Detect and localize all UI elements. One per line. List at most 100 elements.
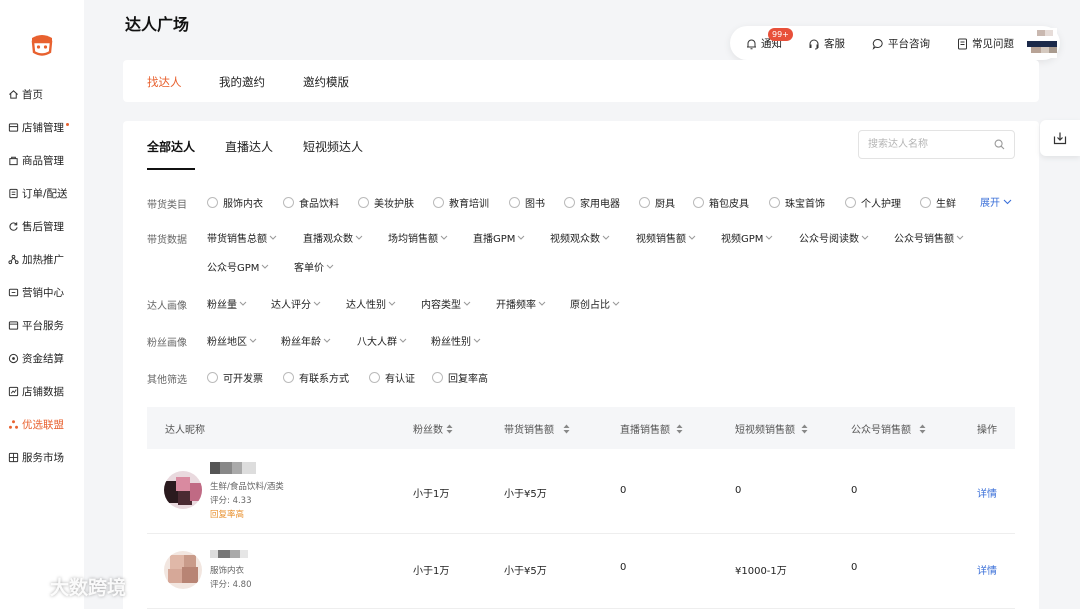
sales-data-dropdown[interactable]: 视频GPM <box>721 230 773 245</box>
radio-button[interactable] <box>432 372 443 383</box>
service-button[interactable]: 客服 <box>808 36 845 51</box>
sort-icon[interactable] <box>676 424 683 434</box>
table-row[interactable]: 服饰内衣 评分: 4.80 小于1万 小于¥5万 0 ¥1000-1万 0 详情 <box>147 534 1015 609</box>
sidebar-item-promotion[interactable]: 加热推广 <box>7 250 83 268</box>
radio-button[interactable] <box>433 197 444 208</box>
sidebar-item-alliance[interactable]: 优选联盟 <box>7 415 83 433</box>
category-option[interactable]: 珠宝首饰 <box>769 195 825 210</box>
fans-dropdown[interactable]: 八大人群 <box>357 333 407 348</box>
sidebar-item-market[interactable]: 服务市场 <box>7 448 83 466</box>
tab-my-invites[interactable]: 我的邀约 <box>219 74 265 90</box>
sidebar-item-aftersale[interactable]: 售后管理 <box>7 217 83 235</box>
detail-link[interactable]: 详情 <box>977 562 997 577</box>
sidebar-item-store[interactable]: 店铺管理 <box>7 118 83 136</box>
radio-button[interactable] <box>207 197 218 208</box>
option-label: 回复率高 <box>448 374 488 385</box>
radio-button[interactable] <box>283 197 294 208</box>
other-option[interactable]: 有联系方式 <box>283 370 349 385</box>
profile-dropdown[interactable]: 达人评分 <box>271 296 321 311</box>
category-option[interactable]: 厨具 <box>639 195 675 210</box>
radio-button[interactable] <box>358 197 369 208</box>
fans-dropdown[interactable]: 粉丝年龄 <box>281 333 331 348</box>
category-option[interactable]: 箱包皮具 <box>693 195 749 210</box>
dropdown-label: 达人评分 <box>271 300 311 311</box>
radio-button[interactable] <box>845 197 856 208</box>
sort-icon[interactable] <box>801 424 808 434</box>
category-option[interactable]: 图书 <box>509 195 545 210</box>
sales-data-dropdown[interactable]: 场均销售额 <box>388 230 448 245</box>
sales-data-dropdown[interactable]: 公众号GPM <box>207 259 269 274</box>
radio-button[interactable] <box>509 197 520 208</box>
dropdown-label: 八大人群 <box>357 337 397 348</box>
radio-button[interactable] <box>769 197 780 208</box>
sidebar-item-marketing[interactable]: 营销中心 <box>7 283 83 301</box>
radio-button[interactable] <box>564 197 575 208</box>
profile-dropdown[interactable]: 内容类型 <box>421 296 471 311</box>
faq-button[interactable]: 常见问题 <box>957 36 1014 51</box>
column-header-sales[interactable]: 带货销售额 <box>504 421 570 436</box>
search-icon[interactable] <box>994 139 1005 150</box>
tab-invite-templates[interactable]: 邀约模版 <box>303 74 349 90</box>
sort-icon[interactable] <box>446 424 453 434</box>
sales-data-dropdown[interactable]: 直播GPM <box>473 230 525 245</box>
column-header-mp-sales[interactable]: 公众号销售额 <box>851 421 926 436</box>
column-header-fans[interactable]: 粉丝数 <box>413 421 453 436</box>
category-option[interactable]: 食品饮料 <box>283 195 339 210</box>
tab-all-creators[interactable]: 全部达人 <box>147 138 195 155</box>
category-option[interactable]: 生鲜 <box>920 195 956 210</box>
export-button[interactable] <box>1040 120 1080 156</box>
profile-dropdown[interactable]: 原创占比 <box>570 296 620 311</box>
chat-bubble-icon <box>872 38 883 50</box>
category-option[interactable]: 美妆护肤 <box>358 195 414 210</box>
user-avatar[interactable] <box>1027 28 1057 58</box>
profile-dropdown[interactable]: 粉丝量 <box>207 296 247 311</box>
sort-icon[interactable] <box>563 424 570 434</box>
active-tab-indicator <box>147 168 195 170</box>
category-option[interactable]: 教育培训 <box>433 195 489 210</box>
profile-dropdown[interactable]: 达人性别 <box>346 296 396 311</box>
category-option[interactable]: 个人护理 <box>845 195 901 210</box>
other-option[interactable]: 回复率高 <box>432 370 488 385</box>
sales-data-dropdown[interactable]: 视频销售额 <box>636 230 696 245</box>
sales-data-dropdown[interactable]: 带货销售总额 <box>207 230 277 245</box>
detail-link[interactable]: 详情 <box>977 485 997 500</box>
consult-button[interactable]: 平台咨询 <box>872 36 930 51</box>
radio-button[interactable] <box>283 372 294 383</box>
sales-data-dropdown[interactable]: 视频观众数 <box>550 230 610 245</box>
expand-button[interactable]: 展开 <box>980 194 1012 209</box>
other-option[interactable]: 可开发票 <box>207 370 263 385</box>
tab-live-creators[interactable]: 直播达人 <box>225 138 273 155</box>
profile-dropdown[interactable]: 开播频率 <box>496 296 546 311</box>
sort-icon[interactable] <box>919 424 926 434</box>
radio-button[interactable] <box>639 197 650 208</box>
other-option[interactable]: 有认证 <box>369 370 415 385</box>
category-option[interactable]: 服饰内衣 <box>207 195 263 210</box>
avatar[interactable] <box>164 551 202 589</box>
radio-button[interactable] <box>369 372 380 383</box>
column-header-live-sales[interactable]: 直播销售额 <box>620 421 683 436</box>
sales-data-dropdown[interactable]: 客单价 <box>294 259 334 274</box>
radio-button[interactable] <box>693 197 704 208</box>
sidebar-item-finance[interactable]: 资金结算 <box>7 349 83 367</box>
sales-data-dropdown[interactable]: 公众号阅读数 <box>799 230 869 245</box>
category-option[interactable]: 家用电器 <box>564 195 620 210</box>
table-row[interactable]: 生鲜/食品饮料/酒类 评分: 4.33 回复率高 小于1万 小于¥5万 0 0 … <box>147 449 1015 534</box>
fans-dropdown[interactable]: 粉丝地区 <box>207 333 257 348</box>
sidebar-item-data[interactable]: 店铺数据 <box>7 382 83 400</box>
tab-find-creator[interactable]: 找达人 <box>147 74 182 90</box>
search-input[interactable] <box>859 131 984 158</box>
sidebar-item-goods[interactable]: 商品管理 <box>7 151 83 169</box>
sidebar-item-platform[interactable]: 平台服务 <box>7 316 83 334</box>
tab-video-creators[interactable]: 短视频达人 <box>303 138 363 155</box>
sidebar-item-label: 服务市场 <box>22 451 64 464</box>
radio-button[interactable] <box>207 372 218 383</box>
fans-dropdown[interactable]: 粉丝性别 <box>431 333 481 348</box>
column-header-video-sales[interactable]: 短视频销售额 <box>735 421 808 436</box>
sales-data-dropdown[interactable]: 公众号销售额 <box>894 230 964 245</box>
sales-data-dropdown[interactable]: 直播观众数 <box>303 230 363 245</box>
radio-button[interactable] <box>920 197 931 208</box>
sidebar-item-home[interactable]: 首页 <box>7 85 83 103</box>
avatar[interactable] <box>164 471 202 509</box>
sidebar-item-order[interactable]: 订单/配送 <box>7 184 83 202</box>
dropdown-label: 公众号销售额 <box>894 234 954 245</box>
